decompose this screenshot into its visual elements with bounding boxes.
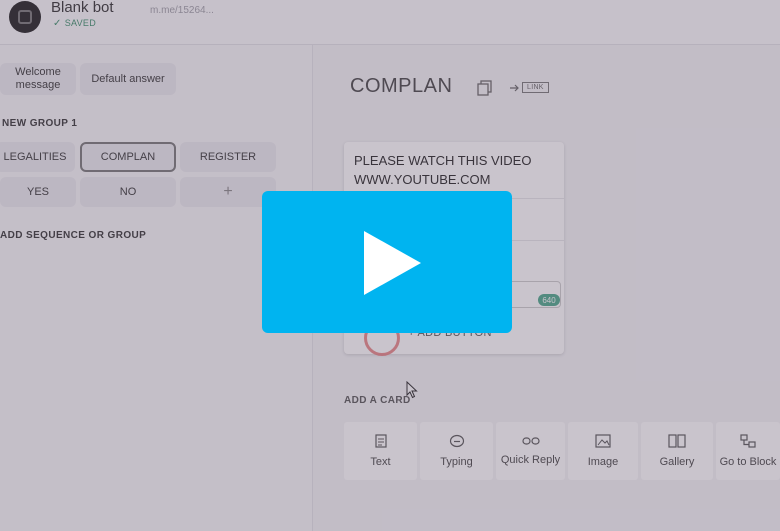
block-title[interactable]: COMPLAN bbox=[350, 75, 452, 98]
group-title[interactable]: NEW GROUP 1 bbox=[2, 118, 77, 129]
saved-status: ✓ SAVED bbox=[53, 18, 96, 29]
play-icon bbox=[364, 231, 421, 295]
block-yes[interactable]: YES bbox=[0, 177, 76, 207]
card-tool-text[interactable]: Text bbox=[344, 422, 417, 480]
copy-icon[interactable] bbox=[477, 80, 493, 101]
add-sequence-or-group[interactable]: ADD SEQUENCE OR GROUP bbox=[0, 230, 146, 241]
go-to-block-icon bbox=[740, 434, 756, 448]
add-card-title: ADD A CARD bbox=[344, 395, 411, 406]
card-tool-label: Quick Reply bbox=[500, 454, 561, 466]
card-tool-label: Typing bbox=[440, 456, 473, 468]
block-register[interactable]: REGISTER bbox=[180, 142, 276, 172]
block-no[interactable]: NO bbox=[80, 177, 176, 207]
typing-icon bbox=[449, 434, 464, 448]
play-button[interactable] bbox=[262, 191, 512, 333]
link-button[interactable]: LINK bbox=[510, 80, 549, 95]
card-tool-gallery[interactable]: Gallery bbox=[641, 422, 713, 480]
check-icon: ✓ bbox=[53, 18, 62, 29]
saved-label: SAVED bbox=[64, 18, 97, 28]
card-tool-label: Go to Block bbox=[719, 456, 777, 468]
char-counter: 640 bbox=[538, 294, 560, 306]
welcome-message-block[interactable]: Welcome message bbox=[0, 63, 76, 95]
block-complan[interactable]: COMPLAN bbox=[80, 142, 176, 172]
card-tool-quick-reply[interactable]: Quick Reply bbox=[496, 422, 565, 480]
card-tool-label: Image bbox=[587, 456, 619, 468]
card-tool-typing[interactable]: Typing bbox=[420, 422, 493, 480]
card-tool-label: Gallery bbox=[659, 456, 695, 468]
card-tool-image[interactable]: Image bbox=[568, 422, 638, 480]
image-icon bbox=[595, 434, 611, 448]
mouse-cursor-icon bbox=[406, 380, 418, 404]
arrow-icon bbox=[510, 84, 519, 91]
default-answer-block[interactable]: Default answer bbox=[80, 63, 176, 95]
bot-name[interactable]: Blank bot bbox=[51, 0, 114, 16]
gallery-icon bbox=[668, 434, 686, 448]
card-tool-go-to-block[interactable]: Go to Block bbox=[716, 422, 780, 480]
message-text[interactable]: PLEASE WATCH THIS VIDEO WWW.YOUTUBE.COM bbox=[354, 151, 559, 189]
bot-url[interactable]: m.me/15264... bbox=[150, 5, 214, 16]
quick-reply-icon bbox=[521, 437, 540, 445]
top-bar: Blank bot ✓ SAVED m.me/15264... bbox=[0, 0, 780, 45]
block-legalities[interactable]: LEGALITIES bbox=[0, 142, 75, 172]
card-tool-label: Text bbox=[370, 456, 391, 468]
text-icon bbox=[374, 434, 387, 448]
link-label: LINK bbox=[522, 82, 549, 93]
bot-avatar[interactable] bbox=[9, 1, 41, 33]
